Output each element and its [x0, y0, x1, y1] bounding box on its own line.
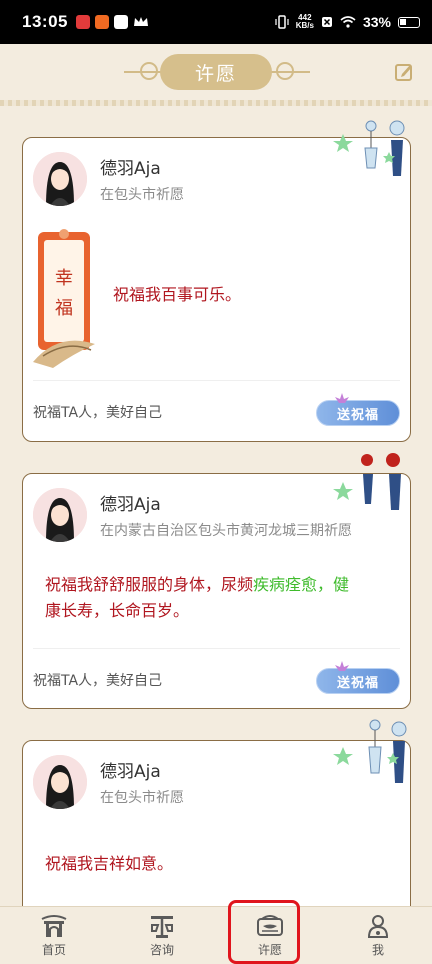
bless-prompt: 祝福TA人，美好自己 — [33, 673, 163, 689]
wish-card[interactable]: 德羽Aja 在包头市祈愿 祝福我吉祥如意。 — [22, 719, 411, 906]
crown-icon — [133, 17, 148, 26]
wish-text: 祝福我吉祥如意。 — [45, 854, 174, 873]
battery-percent: 33% — [362, 14, 391, 30]
wind-chime-icon — [333, 719, 407, 783]
avatar[interactable] — [33, 488, 87, 542]
bless-prompt: 祝福TA人，美好自己 — [33, 405, 163, 421]
net-speed-unit: KB/s — [295, 21, 314, 30]
profile-icon — [367, 915, 389, 938]
fortune-tag-icon: 幸 福 — [33, 229, 95, 368]
consult-icon — [151, 916, 173, 938]
lantern-charm-icon — [333, 453, 401, 510]
wish-card[interactable]: 德羽Aja 在内蒙古自治区包头市黄河龙城三期祈愿 祝福我舒舒服服的身体，尿频疾病… — [22, 453, 411, 709]
page-header: 许愿 — [0, 44, 432, 100]
page-title: 许愿 — [160, 54, 272, 90]
home-gate-icon — [41, 915, 67, 937]
lotus-icon — [335, 661, 349, 671]
svg-text:幸: 幸 — [55, 268, 73, 289]
wifi-icon — [340, 16, 356, 28]
send-blessing-button[interactable]: 送祝福 — [316, 393, 400, 426]
send-blessing-button[interactable]: 送祝福 — [316, 661, 400, 694]
tab-consult[interactable]: 咨询 — [108, 907, 216, 964]
status-app-icons — [75, 15, 149, 29]
wish-text: 祝福我百事可乐。 — [113, 285, 242, 304]
swirl-ornament-icon — [276, 62, 294, 80]
sim-icon — [321, 17, 332, 27]
net-speed: 442 KB/s — [296, 14, 314, 30]
wind-chime-icon — [333, 120, 405, 176]
user-name[interactable]: 德羽Aja — [100, 757, 161, 782]
wish-feed[interactable]: 德羽Aja 在包头市祈愿 幸 福 祝福我百事可乐。 祝福TA人，美好自己 送祝福 — [0, 106, 432, 906]
battery-icon — [398, 16, 420, 28]
tab-profile-label: 我 — [371, 943, 384, 957]
app-notification-icon — [113, 15, 128, 29]
tab-consult-label: 咨询 — [149, 943, 174, 957]
selected-tab-highlight — [228, 900, 300, 964]
vibrate-icon — [275, 15, 289, 29]
status-time: 13:05 — [22, 12, 68, 31]
wish-text: 祝福我舒舒服服的身体，尿频疾病痊愈，健康长寿，长命百岁。 — [45, 572, 395, 624]
svg-text:福: 福 — [55, 298, 73, 319]
user-name[interactable]: 德羽Aja — [100, 490, 161, 515]
swirl-ornament-icon — [140, 62, 158, 80]
tab-profile[interactable]: 我 — [324, 907, 432, 964]
card-divider — [33, 648, 400, 649]
send-blessing-label: 送祝福 — [336, 675, 379, 691]
lotus-icon — [335, 393, 349, 403]
user-avatar-icon — [33, 152, 87, 206]
user-avatar-icon — [33, 488, 87, 542]
wish-location: 在包头市祈愿 — [100, 790, 184, 806]
edit-icon[interactable] — [394, 62, 414, 82]
avatar[interactable] — [33, 755, 87, 809]
wish-card[interactable]: 德羽Aja 在包头市祈愿 幸 福 祝福我百事可乐。 祝福TA人，美好自己 送祝福 — [22, 120, 411, 442]
bottom-tab-bar: 首页 咨询 许愿 我 — [0, 906, 432, 964]
user-avatar-icon — [33, 755, 87, 809]
card-divider — [33, 380, 400, 381]
status-right: 442 KB/s 33% — [275, 14, 420, 30]
status-bar: 13:05 442 KB/s 33% — [0, 0, 432, 44]
user-name[interactable]: 德羽Aja — [100, 154, 161, 179]
avatar[interactable] — [33, 152, 87, 206]
wish-location: 在包头市祈愿 — [100, 187, 184, 203]
app-notification-icon — [94, 15, 109, 29]
app-notification-icon — [75, 15, 90, 29]
tab-home-label: 首页 — [41, 943, 66, 957]
tab-home[interactable]: 首页 — [0, 907, 108, 964]
wish-location: 在内蒙古自治区包头市黄河龙城三期祈愿 — [100, 523, 352, 539]
wish-text-part: 祝福我舒舒服服的身体，尿频 — [45, 575, 254, 594]
wish-text-part: ，健 — [317, 575, 350, 594]
send-blessing-label: 送祝福 — [336, 407, 379, 423]
wish-text-highlight: 疾病痊愈 — [253, 575, 318, 594]
wish-text-part: 康长寿，长命百岁。 — [45, 601, 190, 620]
